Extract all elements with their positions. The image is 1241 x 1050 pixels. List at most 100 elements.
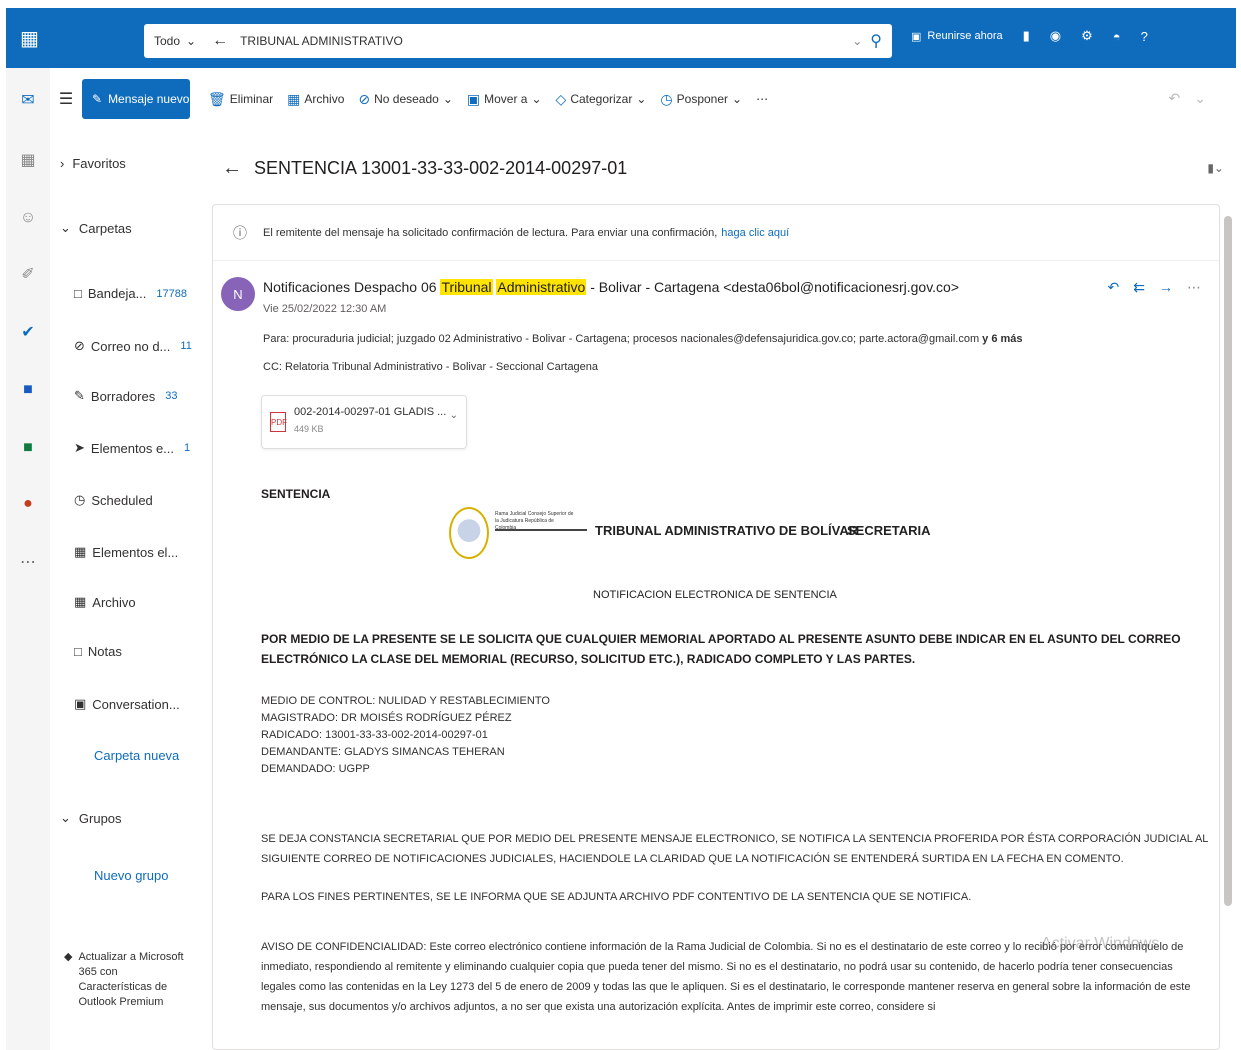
undo-icon[interactable]: ↶⌄ — [1169, 90, 1220, 107]
settings-icon[interactable]: ⚙ — [1081, 28, 1093, 44]
send-icon: ➤ — [74, 440, 85, 455]
snooze-button[interactable]: ◷ Posponer ⌄ — [660, 91, 742, 108]
note-icon: □ — [74, 644, 82, 659]
search-box[interactable]: Todo⌄ ← ⌄ ⚲ — [144, 24, 892, 58]
app-rail: ✉ ▦ ☺ ✐ ✔ ■ ■ ● ⋯ — [6, 68, 50, 1050]
message-card: ⓘ El remitente del mensaje ha solicitado… — [212, 204, 1220, 1050]
delete-button[interactable]: 🗑 Eliminar — [208, 91, 273, 108]
more-options-icon[interactable]: ⋯ — [756, 92, 768, 106]
avatar[interactable]: N — [221, 277, 255, 311]
compose-icon: ✎ — [92, 92, 103, 106]
folder-scheduled[interactable]: ◷ Scheduled — [74, 492, 204, 508]
archive-icon: ▦ — [287, 90, 301, 107]
folder-deleted[interactable]: ▦ Elementos el... — [74, 544, 204, 560]
search-icon[interactable]: ⚲ — [870, 31, 882, 51]
search-input[interactable] — [240, 34, 853, 48]
groups-section[interactable]: ⌄ Grupos — [60, 810, 122, 826]
read-receipt-banner: ⓘ El remitente del mensaje ha solicitado… — [213, 205, 1219, 261]
colombia-seal-icon — [449, 507, 489, 559]
chevron-down-icon: ⌄ — [732, 92, 743, 106]
trash-icon: 🗑 — [208, 90, 226, 107]
help-icon[interactable]: ? — [1141, 29, 1148, 44]
chevron-down-icon[interactable]: ⌄ — [852, 34, 862, 48]
attach-icon[interactable]: ✐ — [16, 262, 40, 286]
command-bar: ☰ ✎ Mensaje nuevo 🗑 Eliminar ▦ Archivo ⊘ No … — [50, 72, 1236, 126]
powerpoint-icon[interactable]: ● — [16, 492, 40, 516]
folder-junk[interactable]: ⊘ Correo no d... 11 — [74, 338, 204, 354]
folder-move-icon: ▣ — [466, 90, 481, 107]
mail-icon[interactable]: ✉ — [16, 88, 40, 112]
folder-drafts[interactable]: ✎ Borradores 33 — [74, 388, 204, 404]
chevron-down-icon: ⌄ — [531, 92, 542, 106]
notification-title: NOTIFICACION ELECTRONICA DE SENTENCIA — [593, 589, 837, 601]
archive-button[interactable]: ▦ Archivo — [287, 91, 344, 108]
bell-icon[interactable]: ◉ — [1050, 28, 1061, 44]
junk-button[interactable]: ⊘ No deseado ⌄ — [358, 91, 453, 108]
folder-sent[interactable]: ➤ Elementos e... 1 — [74, 440, 204, 456]
more-options-icon[interactable]: ⋯ — [1187, 279, 1201, 296]
block-icon: ⊘ — [358, 90, 371, 107]
folder-archive[interactable]: ▦ Archivo — [74, 594, 204, 610]
folder-notes[interactable]: □ Notas — [74, 644, 204, 659]
search-scope-dropdown[interactable]: Todo ⌄ — [144, 34, 204, 48]
tag-icon: ◇ — [555, 90, 567, 107]
scrollbar[interactable] — [1224, 216, 1232, 906]
teams-icon[interactable]: ▮ — [1023, 28, 1030, 44]
pdf-icon: PDF — [270, 412, 287, 432]
chevron-down-icon: ⌄ — [60, 810, 71, 825]
more-apps-icon[interactable]: ⋯ — [16, 550, 40, 574]
trash-icon: ▦ — [74, 544, 87, 559]
message-actions: ↶ ⇇ → ⋯ — [1108, 279, 1201, 296]
new-message-button[interactable]: ✎ Mensaje nuevo — [82, 79, 190, 119]
chevron-down-icon[interactable]: ⌄ — [450, 410, 458, 421]
app-launcher-icon[interactable]: ▦ — [20, 26, 39, 51]
shield-icon[interactable]: ◓ — [1113, 29, 1121, 44]
attachment-card[interactable]: PDF 002-2014-00297-01 GLADIS ... 449 KB … — [261, 395, 467, 449]
meet-now-button[interactable]: ▣ Reunirse ahora — [911, 30, 1003, 43]
back-arrow-icon[interactable]: ← — [210, 157, 254, 180]
folder-conversation-history[interactable]: ▣ Conversation... — [74, 696, 204, 712]
chevron-down-icon: ⌄ — [186, 34, 197, 48]
premium-upsell[interactable]: ◆ Actualizar a Microsoft 365 con Caracter… — [64, 950, 184, 1010]
todo-icon[interactable]: ✔ — [16, 320, 40, 344]
clock-icon: ◷ — [74, 492, 86, 507]
word-icon[interactable]: ■ — [16, 378, 40, 402]
subject-row: ← SENTENCIA 13001-33-33-002-2014-00297-0… — [210, 148, 1236, 188]
block-icon: ⊘ — [74, 338, 85, 353]
inbox-icon: □ — [74, 286, 82, 301]
reply-all-icon[interactable]: ⇇ — [1133, 279, 1145, 296]
move-button[interactable]: ▣ Mover a ⌄ — [467, 91, 542, 108]
attachment-paragraph: PARA LOS FINES PERTINENTES, SE LE INFORM… — [261, 891, 972, 903]
send-receipt-link[interactable]: haga clic aquí — [721, 227, 789, 239]
warning-paragraph: POR MEDIO DE LA PRESENTE SE LE SOLICITA … — [261, 632, 1181, 666]
favorites-section[interactable]: › Favoritos — [60, 156, 126, 171]
chevron-down-icon: ⌄ — [60, 220, 71, 235]
diamond-icon: ◆ — [64, 951, 73, 963]
case-details: MEDIO DE CONTROL: NULIDAD Y RESTABLECIMI… — [261, 695, 550, 775]
video-icon: ▣ — [911, 30, 922, 43]
folder-inbox[interactable]: □ Bandeja... 17788 — [74, 286, 204, 301]
archive-icon: ▦ — [74, 594, 87, 609]
recipients-to[interactable]: Para: procuraduria judicial; juzgado 02 … — [263, 333, 1143, 345]
new-group-link[interactable]: Nuevo grupo — [94, 868, 168, 883]
new-folder-link[interactable]: Carpeta nueva — [94, 748, 179, 763]
pencil-icon: ✎ — [74, 388, 85, 403]
info-icon: ⓘ — [233, 224, 247, 241]
back-arrow-icon[interactable]: ← — [212, 32, 228, 50]
clock-icon: ◷ — [660, 90, 673, 107]
calendar-icon[interactable]: ▦ — [16, 148, 40, 172]
folders-section[interactable]: ⌄ Carpetas — [60, 220, 132, 236]
hamburger-icon[interactable]: ☰ — [50, 89, 82, 109]
excel-icon[interactable]: ■ — [16, 436, 40, 460]
body-heading: SENTENCIA — [261, 487, 331, 501]
zoom-icon[interactable]: ▮⌄ — [1207, 161, 1224, 175]
letterhead: Rama Judicial Consejo Superior de la Jud… — [449, 503, 949, 573]
forward-icon[interactable]: → — [1159, 279, 1173, 296]
activate-windows-watermark: Activar Windows — [1041, 935, 1160, 952]
message-subject: SENTENCIA 13001-33-33-002-2014-00297-01 — [254, 157, 628, 178]
sender-line[interactable]: Notificaciones Despacho 06 Tribunal Admi… — [263, 279, 959, 295]
categorize-button[interactable]: ◇ Categorizar ⌄ — [556, 91, 647, 108]
top-bar: ▦ Todo⌄ ← ⌄ ⚲ ▣Reunirse ahora ▮ ◉ ⚙ ◓ ? — [6, 8, 1236, 68]
people-icon[interactable]: ☺ — [16, 206, 40, 230]
reply-icon[interactable]: ↶ — [1108, 279, 1120, 296]
